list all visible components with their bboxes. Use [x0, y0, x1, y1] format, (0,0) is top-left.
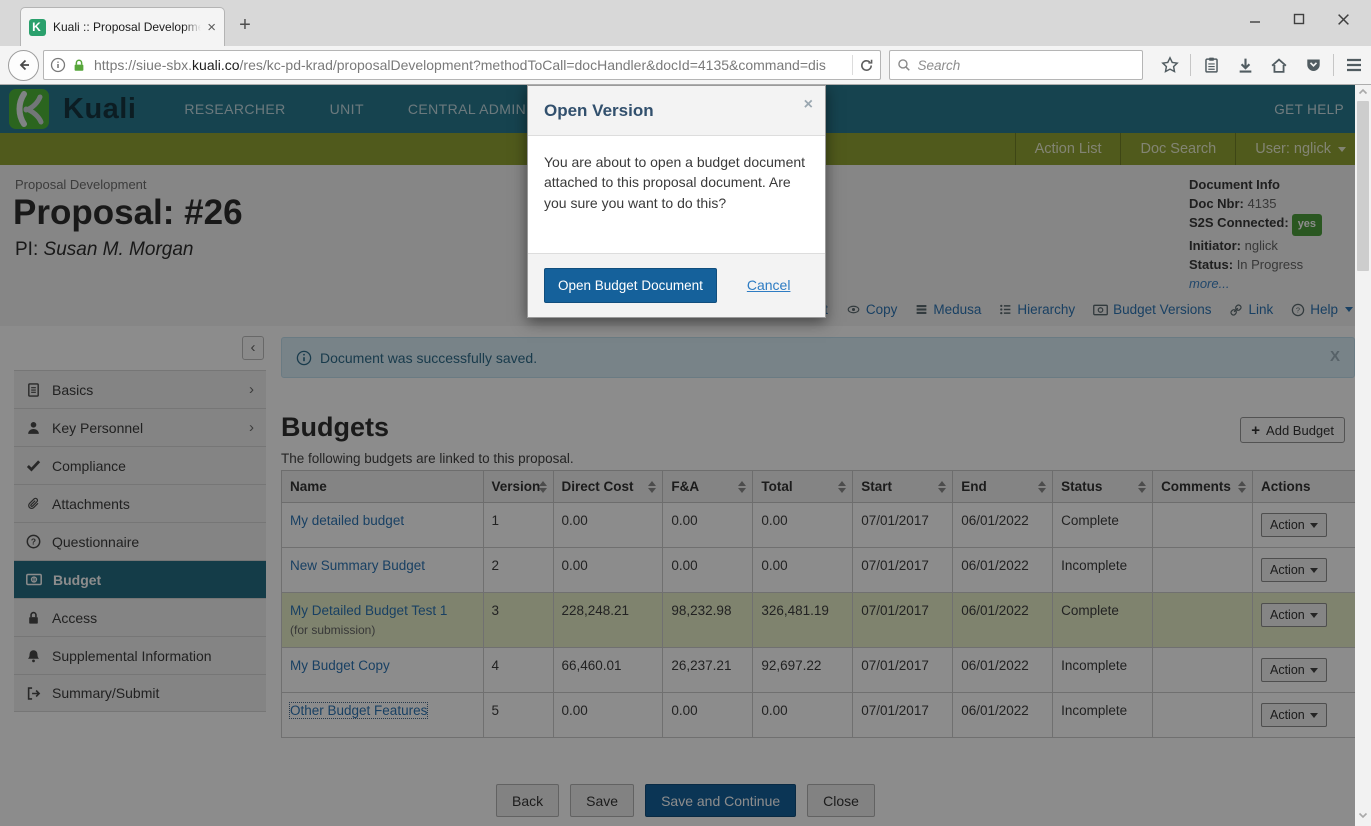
- page-info-icon[interactable]: [50, 57, 66, 73]
- window-minimize-button[interactable]: [1233, 6, 1277, 32]
- back-button[interactable]: [8, 50, 39, 81]
- dialog-body-text: You are about to open a budget document …: [528, 136, 825, 253]
- scrollbar-thumb[interactable]: [1357, 101, 1369, 271]
- pocket-icon[interactable]: [1296, 57, 1330, 73]
- tab-strip: K Kuali :: Proposal Developme × +: [0, 0, 1371, 46]
- dialog-close-icon[interactable]: ×: [804, 96, 813, 114]
- open-version-dialog: Open Version × You are about to open a b…: [527, 85, 826, 318]
- tab-title: Kuali :: Proposal Developme: [53, 20, 201, 34]
- page-viewport: Kuali RESEARCHER UNIT CENTRAL ADMIN COI …: [0, 85, 1371, 826]
- search-input[interactable]: [917, 58, 1135, 73]
- url-bar[interactable]: https://siue-sbx.kuali.co/res/kc-pd-krad…: [43, 50, 881, 80]
- cancel-link[interactable]: Cancel: [747, 277, 791, 293]
- dialog-footer: Open Budget Document Cancel: [528, 253, 825, 317]
- home-icon[interactable]: [1262, 57, 1296, 74]
- open-budget-document-button[interactable]: Open Budget Document: [544, 268, 717, 303]
- dialog-header: Open Version ×: [528, 86, 825, 136]
- url-text[interactable]: https://siue-sbx.kuali.co/res/kc-pd-krad…: [94, 57, 846, 73]
- dialog-title: Open Version: [544, 101, 654, 120]
- window-maximize-button[interactable]: [1277, 6, 1321, 32]
- browser-tab[interactable]: K Kuali :: Proposal Developme ×: [20, 7, 225, 46]
- browser-chrome: K Kuali :: Proposal Developme × + https:…: [0, 0, 1371, 85]
- scrollbar[interactable]: [1355, 85, 1371, 826]
- new-tab-button[interactable]: +: [232, 14, 258, 37]
- search-icon: [897, 58, 911, 72]
- tab-close-icon[interactable]: ×: [207, 19, 216, 36]
- toolbar-divider: [1333, 54, 1334, 76]
- kuali-favicon-icon: K: [29, 19, 46, 36]
- browser-navbar: https://siue-sbx.kuali.co/res/kc-pd-krad…: [0, 46, 1371, 85]
- downloads-icon[interactable]: [1228, 57, 1262, 74]
- reload-icon[interactable]: [859, 58, 874, 73]
- bookmark-star-icon[interactable]: [1153, 56, 1187, 74]
- urlbar-divider: [852, 55, 853, 75]
- https-padlock-icon[interactable]: [72, 58, 86, 73]
- bookmarks-clipboard-icon[interactable]: [1194, 56, 1228, 74]
- scroll-down-icon[interactable]: [1355, 810, 1371, 824]
- window-close-button[interactable]: [1321, 6, 1365, 32]
- toolbar-divider: [1190, 54, 1191, 76]
- scroll-up-icon[interactable]: [1355, 87, 1371, 101]
- menu-hamburger-icon[interactable]: [1337, 58, 1371, 72]
- search-box[interactable]: [889, 50, 1143, 80]
